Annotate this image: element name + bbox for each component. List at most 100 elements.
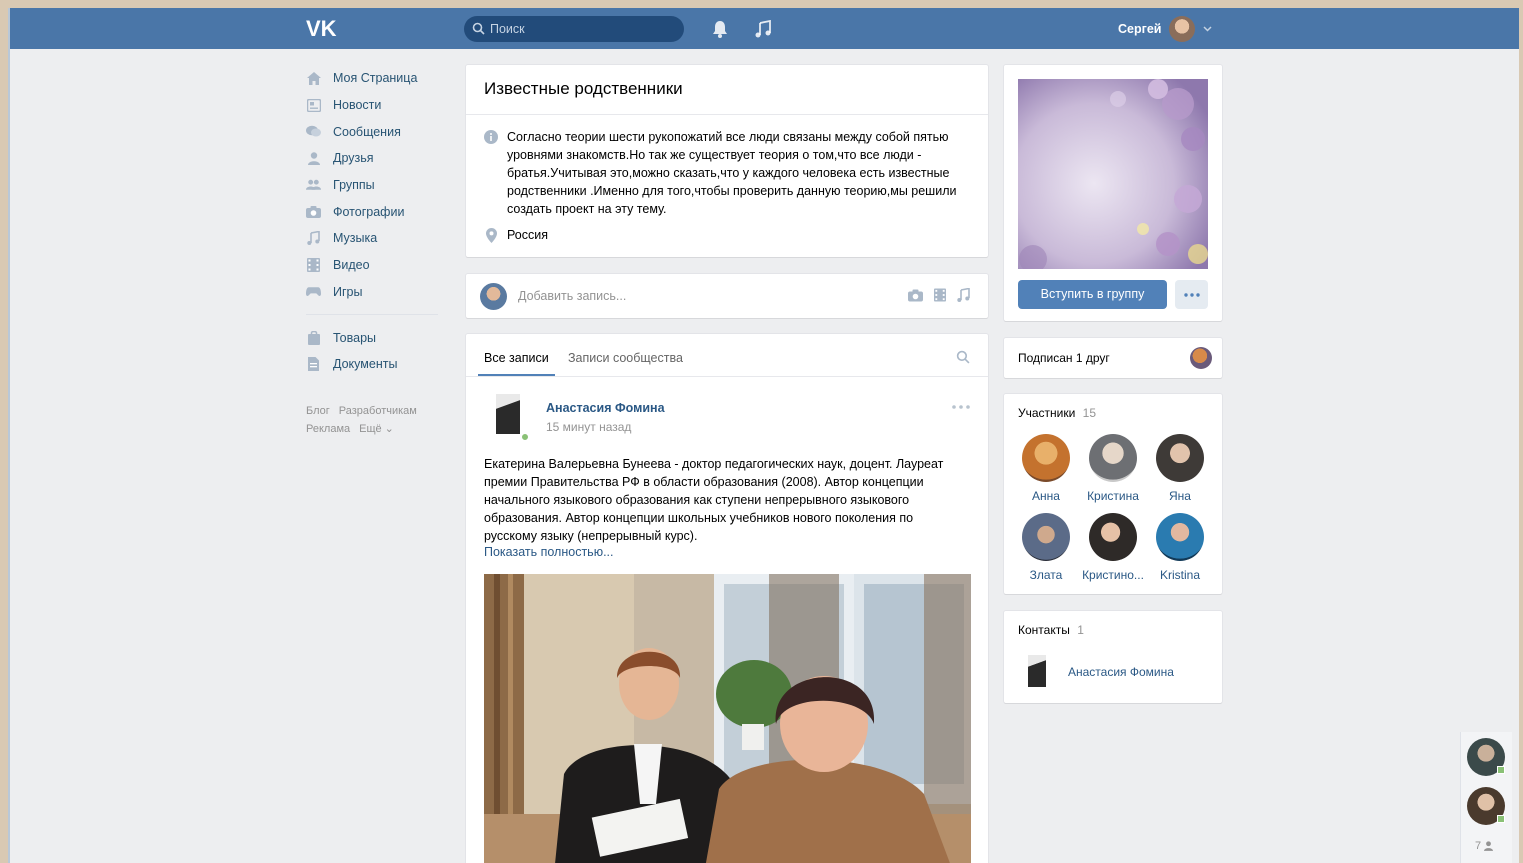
contact-name[interactable]: Анастасия Фомина	[1068, 665, 1174, 679]
camera-icon[interactable]	[908, 289, 923, 302]
page-title: Известные родственники	[484, 79, 683, 98]
music-icon	[306, 231, 321, 246]
member-item[interactable]: Злата	[1010, 513, 1082, 582]
svg-text:VK: VK	[306, 16, 337, 40]
footer-link-developers[interactable]: Разработчикам	[339, 405, 417, 417]
user-avatar	[480, 283, 507, 310]
member-item[interactable]: Кристино...	[1077, 513, 1149, 582]
members-count: 15	[1082, 406, 1097, 420]
friend-avatar[interactable]	[1190, 347, 1212, 369]
member-item[interactable]: Кристина	[1077, 434, 1149, 503]
member-name: Анна	[1032, 489, 1060, 503]
vk-logo-icon[interactable]: VK	[306, 16, 340, 40]
menu-item-groups[interactable]: Группы	[306, 172, 446, 199]
contact-avatar[interactable]	[1028, 655, 1046, 687]
menu-item-music[interactable]: Музыка	[306, 225, 446, 252]
group-info-card: Известные родственники Согласно теории ш…	[466, 65, 988, 257]
chevron-down-icon	[1203, 26, 1212, 32]
wall-card: Все записи Записи сообщества Анастасия Ф…	[466, 334, 988, 863]
post-photo[interactable]	[484, 574, 971, 863]
member-item[interactable]: Яна	[1144, 434, 1216, 503]
menu-label: Документы	[333, 357, 398, 372]
divider	[466, 114, 988, 115]
group-location: Россия	[507, 228, 548, 242]
menu-label: Фотографии	[333, 204, 405, 219]
member-name: Злата	[1029, 568, 1063, 582]
top-header: VK Сергей	[10, 8, 1519, 49]
menu-item-news[interactable]: Новости	[306, 92, 446, 119]
member-name: Kristina	[1159, 568, 1200, 582]
menu-divider	[306, 314, 438, 316]
left-footer: Блог Разработчикам Реклама Ещё ⌄	[306, 402, 446, 438]
menu-label: Новости	[333, 98, 382, 113]
search-box[interactable]	[464, 16, 684, 42]
messages-icon	[306, 124, 321, 139]
add-post-input[interactable]: Добавить запись...	[518, 289, 626, 303]
menu-item-goods[interactable]: Товары	[306, 324, 446, 351]
contacts-count: 1	[1077, 623, 1084, 637]
video-icon[interactable]	[934, 288, 946, 302]
user-avatar	[1169, 16, 1196, 42]
online-indicator	[1497, 815, 1505, 823]
members-header[interactable]: Участники 15	[1018, 406, 1096, 420]
menu-item-games[interactable]: Игры	[306, 279, 446, 306]
video-icon	[306, 258, 321, 273]
menu-label: Видео	[333, 258, 370, 273]
contacts-header[interactable]: Контакты 1	[1018, 623, 1084, 637]
footer-link-ads[interactable]: Реклама	[306, 423, 350, 435]
chat-sidebar: 7	[1460, 732, 1512, 863]
member-item[interactable]: Kristina	[1144, 513, 1216, 582]
music-icon[interactable]	[957, 288, 970, 302]
post-time[interactable]: 15 минут назад	[546, 420, 631, 434]
menu-item-messages[interactable]: Сообщения	[306, 118, 446, 145]
gamepad-icon	[306, 284, 321, 299]
info-icon	[484, 130, 498, 144]
divider	[466, 376, 988, 377]
subscribed-text: Подписан 1 друг	[1018, 351, 1110, 365]
friends-subscribed-card[interactable]: Подписан 1 друг	[1004, 338, 1222, 378]
music-icon[interactable]	[755, 20, 771, 38]
home-icon	[306, 71, 321, 86]
post-author-avatar[interactable]	[496, 394, 520, 434]
menu-label: Игры	[333, 284, 363, 299]
show-more-link[interactable]: Показать полностью...	[484, 545, 614, 559]
contacts-card: Контакты 1 Анастасия Фомина	[1004, 611, 1222, 703]
document-icon	[306, 357, 321, 372]
online-friends-counter[interactable]: 7	[1475, 840, 1494, 852]
member-avatar	[1022, 434, 1070, 482]
location-pin-icon	[486, 228, 497, 243]
post-text: Екатерина Валерьевна Бунеева - доктор пе…	[484, 457, 944, 543]
menu-item-documents[interactable]: Документы	[306, 351, 446, 378]
join-group-button[interactable]: Вступить в группу	[1018, 280, 1167, 309]
member-item[interactable]: Анна	[1010, 434, 1082, 503]
tab-community-posts[interactable]: Записи сообщества	[568, 351, 683, 365]
post-author-name[interactable]: Анастасия Фомина	[546, 401, 665, 415]
menu-item-my-page[interactable]: Моя Страница	[306, 65, 446, 92]
menu-item-friends[interactable]: Друзья	[306, 145, 446, 172]
member-name: Кристино...	[1082, 568, 1144, 582]
search-input[interactable]	[490, 20, 675, 38]
search-icon	[472, 22, 485, 35]
footer-link-more[interactable]: Ещё ⌄	[359, 423, 394, 435]
group-cover-image[interactable]	[1018, 79, 1208, 269]
news-icon	[306, 98, 321, 113]
member-avatar	[1089, 434, 1137, 482]
online-count: 7	[1475, 840, 1482, 852]
member-avatar	[1156, 434, 1204, 482]
more-options-icon	[1183, 292, 1200, 297]
menu-item-video[interactable]: Видео	[306, 252, 446, 279]
tab-all-posts[interactable]: Все записи	[484, 351, 549, 365]
member-avatar	[1156, 513, 1204, 561]
member-name: Кристина	[1087, 489, 1139, 503]
bell-icon[interactable]	[712, 20, 728, 38]
more-options-icon[interactable]	[952, 405, 970, 409]
user-menu[interactable]: Сергей	[1118, 16, 1212, 42]
footer-link-blog[interactable]: Блог	[306, 405, 330, 417]
menu-item-photos[interactable]: Фотографии	[306, 198, 446, 225]
friend-icon	[1484, 841, 1494, 851]
search-icon[interactable]	[956, 350, 970, 364]
friend-icon	[306, 151, 321, 166]
online-indicator	[521, 433, 529, 441]
member-avatar	[1089, 513, 1137, 561]
more-actions-button[interactable]	[1175, 280, 1208, 309]
